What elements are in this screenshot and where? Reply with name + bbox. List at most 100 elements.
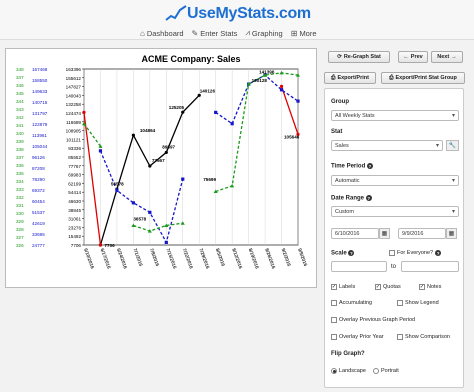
y-tick-label: 147827 (66, 85, 82, 90)
stat-select[interactable]: Sales ▾ (331, 140, 443, 151)
checkbox-box[interactable] (331, 317, 337, 323)
y3-tick-label: 346 (16, 83, 24, 88)
scale-max-input[interactable] (401, 261, 459, 272)
radio-selected-icon[interactable] (331, 368, 337, 374)
chevron-down-icon: ▾ (435, 143, 439, 149)
y-tick-label: 108905 (66, 129, 82, 134)
nav-more[interactable]: ⊞ More (291, 28, 317, 38)
group-select[interactable]: All Weekly Stats ▾ (331, 110, 459, 121)
checkbox-box[interactable] (397, 300, 403, 306)
landscape-radio[interactable]: Landscape (331, 368, 366, 374)
data-label: 160128 (252, 78, 268, 83)
data-point (181, 177, 185, 181)
notes-checkbox[interactable]: ✓ Notes (419, 284, 441, 290)
help-icon[interactable]: ? (365, 195, 372, 201)
nav-dashboard[interactable]: ⌂ Dashboard (140, 28, 184, 38)
overlay-prior-year-checkbox[interactable]: Overlay Prior Year (331, 334, 384, 340)
nav-label: More (299, 28, 317, 38)
scale-to-label: to (391, 264, 397, 270)
y2-tick-label: 24777 (32, 243, 45, 248)
y-tick-label: 15492 (68, 234, 81, 239)
checkbox-box[interactable] (331, 300, 337, 306)
help-icon[interactable]: ? (435, 250, 442, 256)
data-point (181, 110, 185, 114)
stat-label: Stat (331, 129, 343, 135)
calendar-from-button[interactable]: ▦ (379, 228, 390, 239)
quotas-text: Quotas (383, 284, 401, 290)
checked-icon[interactable]: ✓ (375, 284, 381, 290)
checkbox-box[interactable] (389, 250, 395, 256)
export-group-label: Export/Print Stat Group (395, 75, 457, 81)
data-point (115, 188, 119, 193)
line-chart: ACME Company: Sales 163396 155612 147827 140… (16, 54, 308, 270)
y3-tick-label: 341 (16, 123, 24, 128)
x-tick-label: 8/26/2016 (263, 248, 276, 270)
checkbox-box[interactable] (331, 334, 337, 340)
show-legend-checkbox[interactable]: Show Legend (397, 300, 439, 306)
data-point (148, 210, 152, 214)
y3-tick-label: 342 (16, 115, 24, 120)
data-point (98, 149, 103, 153)
chart-title: ACME Company: Sales (141, 54, 240, 64)
checked-icon[interactable]: ✓ (331, 284, 337, 290)
data-point (131, 223, 136, 227)
checkbox-box[interactable] (397, 334, 403, 340)
data-point (230, 122, 234, 126)
y-tick-label: 31061 (68, 217, 81, 222)
chevron-down-icon: ▾ (451, 209, 455, 215)
y2-tick-label: 60454 (32, 199, 45, 204)
y3-tick-label: 338 (16, 147, 24, 152)
data-label: 77567 (152, 158, 165, 163)
labels-checkbox[interactable]: ✓ Labels (331, 284, 355, 290)
date-from-input[interactable]: 6/10/2016 (331, 228, 379, 239)
date-to-input[interactable]: 9/9/2016 (398, 228, 446, 239)
for-everyone-checkbox[interactable]: For Everyone? ? (389, 250, 442, 256)
prev-button[interactable]: ← Prev (398, 51, 428, 63)
brand-logo[interactable]: UseMyStats.com (165, 4, 311, 22)
y-tick-label: 23276 (68, 225, 81, 230)
y2-tick-label: 96126 (32, 155, 45, 160)
data-point (98, 243, 103, 247)
portrait-radio[interactable]: Portrait (373, 368, 399, 374)
data-label: 75699 (203, 177, 216, 182)
print-icon: ⎙ (331, 74, 336, 81)
calendar-to-button[interactable]: ▦ (446, 228, 457, 239)
y-tick-label: 69983 (68, 173, 81, 178)
chart-icon: ⩘ (245, 28, 250, 37)
y3-tick-label: 326 (16, 243, 24, 248)
data-point (164, 240, 168, 245)
chevron-down-icon: ▾ (451, 178, 455, 184)
time-period-select[interactable]: Automatic ▾ (331, 175, 459, 186)
export-print-button[interactable]: ⎙ Export/Print (324, 72, 376, 84)
home-icon: ⌂ (140, 28, 145, 38)
y-tick-label: 54414 (68, 190, 81, 195)
help-icon[interactable]: ? (366, 163, 373, 169)
nav-graphing[interactable]: ⩘ Graphing (245, 28, 282, 38)
show-comparison-checkbox[interactable]: Show Comparison (397, 334, 450, 340)
regraph-label: Re-Graph Stat (343, 54, 381, 60)
data-point (230, 183, 235, 188)
y2-tick-label: 149633 (32, 89, 48, 94)
stat-value: Sales (335, 142, 349, 149)
scale-min-input[interactable] (331, 261, 387, 272)
nav-enter-stats[interactable]: ✎ Enter Stats (192, 28, 238, 38)
overlay-prev-text: Overlay Previous Graph Period (339, 317, 416, 323)
radio-icon[interactable] (373, 368, 379, 374)
y3-tick-label: 345 (16, 91, 24, 96)
edit-icon: ✎ (191, 28, 199, 38)
wrench-button[interactable]: 🔧 (446, 140, 459, 151)
regraph-button[interactable]: ⟳ Re-Graph Stat (328, 51, 390, 63)
next-button[interactable]: Next → (431, 51, 463, 63)
date-range-select[interactable]: Custom ▾ (331, 206, 459, 217)
y3-tick-label: 327 (16, 235, 24, 240)
export-group-button[interactable]: ⎙ Export/Print Stat Group (381, 72, 465, 84)
help-icon[interactable]: ? (348, 250, 355, 256)
series-line (83, 112, 102, 246)
data-label: 125205 (169, 105, 185, 110)
accumulating-checkbox[interactable]: Accumulating (331, 300, 372, 306)
overlay-prev-checkbox[interactable]: Overlay Previous Graph Period (331, 317, 415, 323)
y3-tick-label: 335 (16, 171, 24, 176)
checked-icon[interactable]: ✓ (419, 284, 425, 290)
quotas-checkbox[interactable]: ✓ Quotas (375, 284, 401, 290)
x-tick-label: 6/10/2016 (82, 248, 95, 270)
